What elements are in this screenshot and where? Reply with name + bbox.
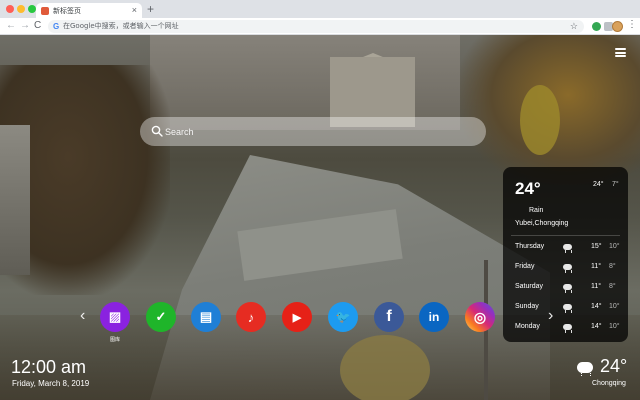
- browser-toolbar: ← → C G 在Google中搜索，或者输入一个网址 ☆: [0, 18, 640, 35]
- checkmark-icon: ✓: [155, 309, 167, 324]
- new-tab-button[interactable]: +: [147, 2, 154, 16]
- forecast-low: 10°: [609, 303, 620, 310]
- forecast-day: Thursday: [515, 243, 545, 250]
- dock-next-arrow[interactable]: ›: [548, 308, 553, 324]
- rain-cloud-icon: [563, 264, 572, 272]
- search-icon: [151, 125, 163, 137]
- app-youtube-button[interactable]: ▶: [282, 302, 312, 332]
- current-temperature: 24°: [515, 179, 541, 198]
- search-input[interactable]: [165, 117, 465, 146]
- forecast-high: 15°: [591, 243, 602, 250]
- forecast-high: 11°: [591, 263, 602, 270]
- maximize-window-button[interactable]: [28, 5, 36, 13]
- app-music-button[interactable]: ♪: [236, 302, 266, 332]
- forecast-high: 14°: [591, 303, 602, 310]
- bookmark-star-icon[interactable]: ☆: [570, 21, 578, 32]
- youtube-icon: ▶: [292, 311, 302, 324]
- rain-cloud-icon: [563, 304, 572, 312]
- twitter-bird-icon: 🐦: [335, 310, 351, 324]
- forecast-high: 11°: [591, 283, 602, 290]
- rain-cloud-icon: [563, 324, 572, 332]
- app-facebook-button[interactable]: f: [374, 302, 404, 332]
- forecast-day: Friday: [515, 263, 535, 270]
- news-icon: ▤: [199, 309, 213, 324]
- forecast-day: Sunday: [515, 303, 539, 310]
- weather-card[interactable]: 24° 24° 7° Rain Yubei,Chongqing Thursday…: [503, 167, 628, 342]
- forecast-row: Friday 11° 8°: [515, 263, 620, 275]
- linkedin-icon: in: [428, 310, 440, 324]
- instagram-icon: ◎: [473, 308, 487, 325]
- reload-button[interactable]: C: [34, 20, 41, 32]
- back-button[interactable]: ←: [6, 20, 16, 32]
- app-gallery-button[interactable]: ▨: [100, 302, 130, 332]
- divider: [511, 235, 620, 236]
- tab-strip: 新标签页 × +: [0, 0, 640, 18]
- address-bar-placeholder: 在Google中搜索，或者输入一个网址: [63, 22, 179, 30]
- forecast-row: Thursday 15° 10°: [515, 243, 620, 255]
- forecast-low: 8°: [609, 283, 616, 290]
- close-window-button[interactable]: [6, 5, 14, 13]
- tab-favicon-icon: [41, 7, 49, 15]
- tab-new-tab[interactable]: 新标签页 ×: [36, 3, 142, 18]
- forecast-day: Saturday: [515, 283, 544, 290]
- app-linkedin-button[interactable]: in: [419, 302, 449, 332]
- forecast-high: 14°: [591, 323, 602, 330]
- forecast-day: Monday: [515, 323, 540, 330]
- tab-title: 新标签页: [53, 7, 81, 15]
- forecast-low: 10°: [609, 243, 620, 250]
- clock-date: Friday, March 8, 2019: [12, 379, 90, 388]
- rain-cloud-icon: [577, 362, 593, 376]
- high-temperature: 24°: [593, 181, 604, 188]
- rain-cloud-icon: [563, 284, 572, 292]
- bottom-weather-city: Chongqing: [592, 380, 626, 387]
- hamburger-menu-icon[interactable]: [615, 48, 626, 57]
- browser-menu-icon[interactable]: ⋮: [627, 19, 637, 31]
- app-tasks-button[interactable]: ✓: [146, 302, 176, 332]
- forecast-row: Saturday 11° 8°: [515, 283, 620, 295]
- app-gallery-label: 图库: [109, 337, 120, 343]
- clock-time: 12:00 am: [11, 357, 87, 377]
- address-bar[interactable]: G 在Google中搜索，或者输入一个网址 ☆: [48, 20, 584, 33]
- facebook-icon: f: [386, 308, 392, 325]
- minimize-window-button[interactable]: [17, 5, 25, 13]
- music-icon: ♪: [247, 309, 255, 325]
- app-instagram-button[interactable]: ◎: [465, 302, 495, 332]
- low-temperature: 7°: [612, 181, 619, 188]
- bottom-weather-temperature[interactable]: 24°: [600, 356, 627, 377]
- extension-icon[interactable]: [592, 22, 601, 31]
- profile-avatar[interactable]: [612, 21, 623, 32]
- rain-cloud-icon: [563, 244, 572, 252]
- forecast-low: 10°: [609, 323, 620, 330]
- search-bar[interactable]: [140, 117, 486, 146]
- forecast-row: Sunday 14° 10°: [515, 303, 620, 315]
- dock-prev-arrow[interactable]: ‹: [80, 308, 85, 324]
- gallery-icon: ▨: [108, 309, 122, 324]
- weather-condition: Rain: [529, 207, 544, 214]
- app-twitter-button[interactable]: 🐦: [328, 302, 358, 332]
- tab-close-icon[interactable]: ×: [132, 4, 137, 16]
- forecast-low: 8°: [609, 263, 616, 270]
- forward-button[interactable]: →: [20, 20, 30, 32]
- app-news-button[interactable]: ▤: [191, 302, 221, 332]
- google-icon: G: [53, 22, 60, 31]
- forecast-row: Monday 14° 10°: [515, 323, 620, 335]
- weather-location: Yubei,Chongqing: [515, 220, 569, 227]
